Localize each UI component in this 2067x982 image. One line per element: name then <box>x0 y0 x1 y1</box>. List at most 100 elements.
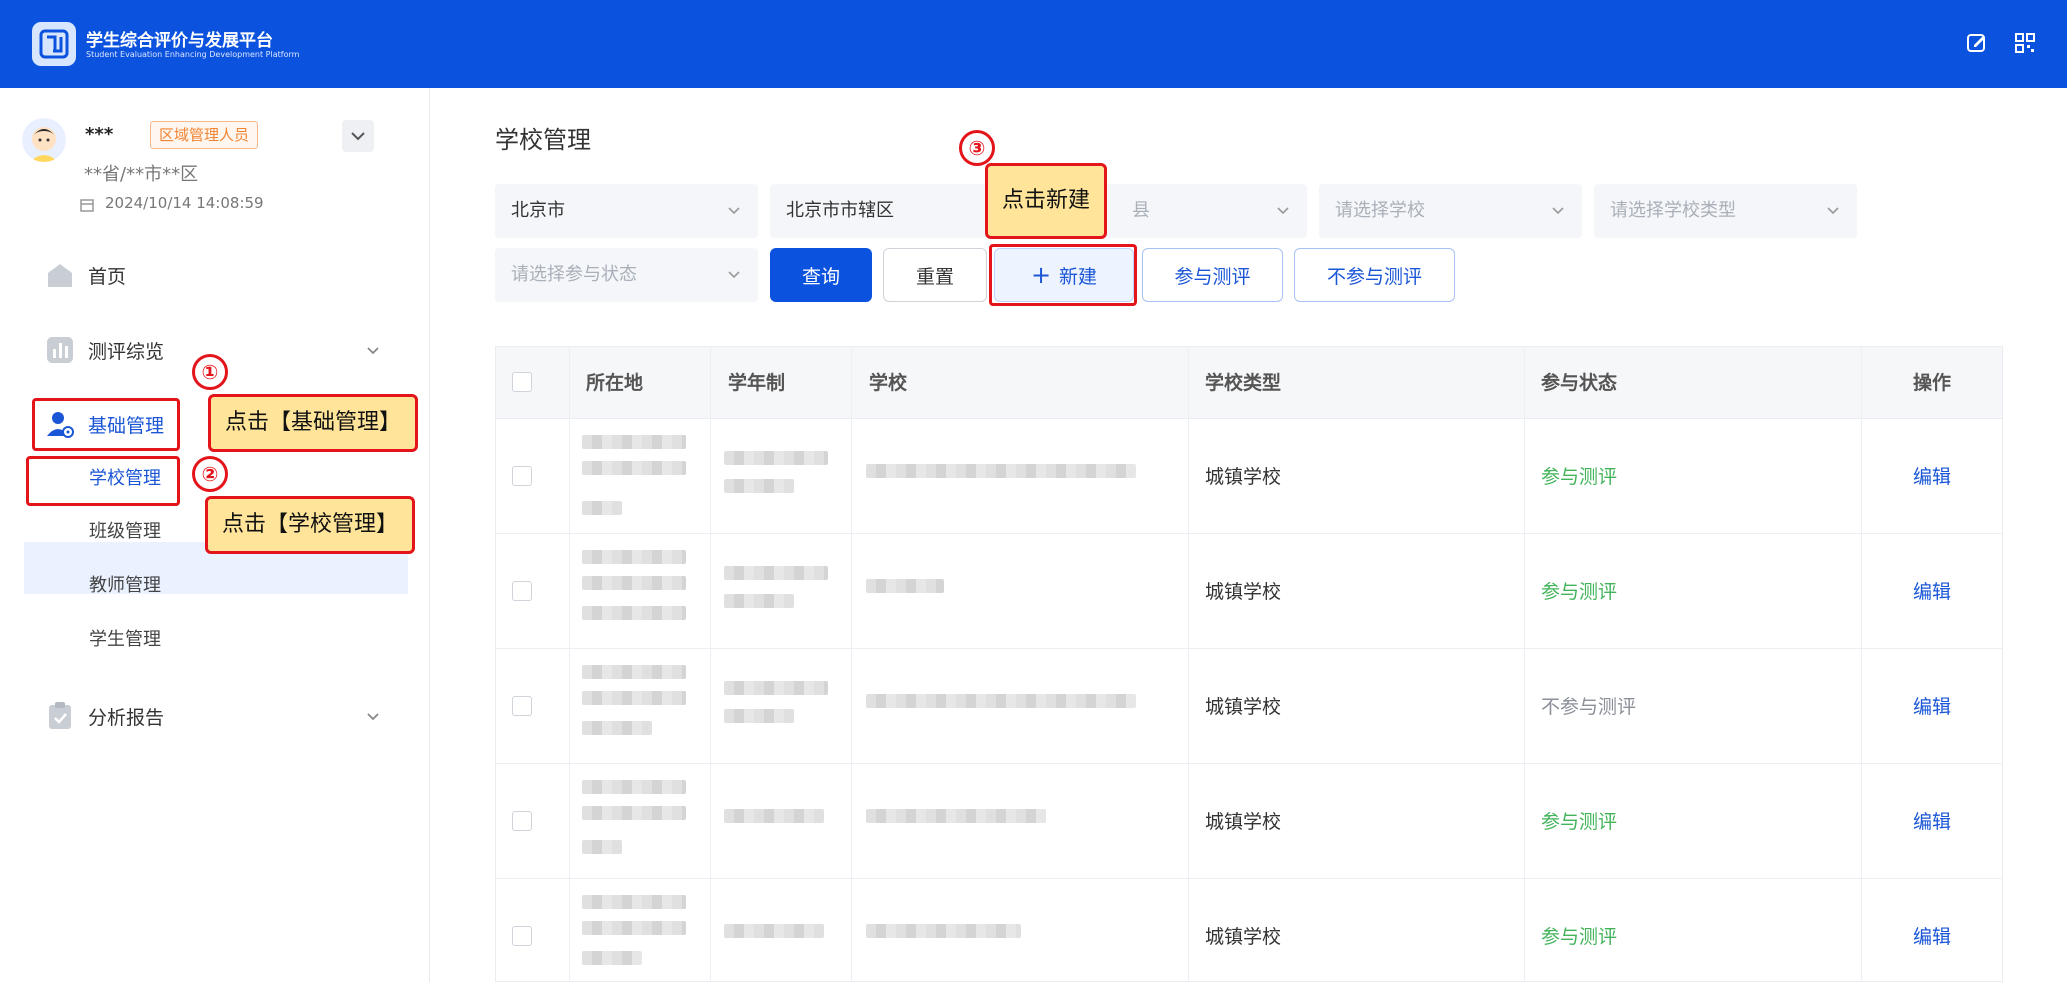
blurred-location <box>582 501 622 515</box>
blurred-location <box>582 806 686 820</box>
blurred-location <box>582 951 642 965</box>
page-title: 学校管理 <box>495 126 591 154</box>
edit-link[interactable]: 编辑 <box>1913 922 1951 949</box>
blurred-system <box>724 566 828 580</box>
nav-home[interactable]: 首页 <box>44 255 126 295</box>
chevron-down-icon[interactable] <box>364 341 382 359</box>
calendar-icon <box>80 199 94 212</box>
table-row[interactable]: 城镇学校 参与测评 编辑 <box>496 419 2002 534</box>
blurred-system <box>724 479 794 493</box>
highlight-school-management <box>26 456 180 506</box>
chevron-down-icon <box>1277 207 1289 215</box>
school-type-value: 城镇学校 <box>1205 696 1282 718</box>
col-status: 参与状态 <box>1541 372 1618 394</box>
nav-overview[interactable]: 测评综览 <box>44 330 164 370</box>
province-value: 北京市 <box>511 200 565 221</box>
row-checkbox[interactable] <box>512 581 532 601</box>
blurred-school <box>866 809 1046 823</box>
nav-report-label: 分析报告 <box>88 706 165 729</box>
sidebar-item-class[interactable]: 班级管理 <box>89 517 161 547</box>
city-value: 北京市市辖区 <box>786 200 894 221</box>
row-checkbox[interactable] <box>512 466 532 486</box>
row-checkbox[interactable] <box>512 811 532 831</box>
bar-chart-icon <box>47 337 73 363</box>
col-school-type: 学校类型 <box>1205 372 1282 394</box>
table-row[interactable]: 城镇学校 参与测评 编辑 <box>496 534 2002 649</box>
step-2-marker: ② <box>192 456 228 492</box>
table-header: 所在地 学年制 学校 学校类型 参与状态 操作 <box>496 347 2002 419</box>
row-checkbox[interactable] <box>512 926 532 946</box>
chevron-down-icon[interactable] <box>364 707 382 725</box>
home-icon <box>48 264 72 287</box>
tip-basic-management: 点击【基础管理】 <box>208 394 419 452</box>
school-table: 所在地 学年制 学校 学校类型 参与状态 操作 城镇学校 参与测评 编辑 城镇学… <box>495 346 2003 982</box>
chevron-down-icon <box>1827 207 1839 215</box>
chevron-down-icon <box>1552 207 1564 215</box>
status-placeholder: 请选择参与状态 <box>511 264 637 285</box>
table-row[interactable]: 城镇学校 参与测评 编辑 <box>496 764 2002 879</box>
step-1-marker: ① <box>192 354 228 390</box>
status-value: 参与测评 <box>1541 466 1618 488</box>
role-badge: 区域管理人员 <box>150 121 259 149</box>
edit-link[interactable]: 编辑 <box>1913 462 1951 489</box>
col-actions: 操作 <box>1913 372 1952 394</box>
join-evaluation-button[interactable]: 参与测评 <box>1142 248 1283 302</box>
blurred-system <box>724 709 794 723</box>
highlight-basic-management <box>32 398 180 451</box>
sidebar-item-student[interactable]: 学生管理 <box>89 625 161 655</box>
edit-link[interactable]: 编辑 <box>1913 692 1951 719</box>
platform-title: 学生综合评价与发展平台 <box>86 31 273 51</box>
status-value: 不参与测评 <box>1541 696 1637 718</box>
blurred-location <box>582 576 686 590</box>
blurred-location <box>582 721 652 735</box>
nav-overview-label: 测评综览 <box>88 340 165 363</box>
chevron-down-icon <box>351 132 365 141</box>
blurred-location <box>582 606 686 620</box>
edit-link[interactable]: 编辑 <box>1913 577 1951 604</box>
query-button[interactable]: 查询 <box>770 248 872 302</box>
blurred-school <box>866 924 1021 938</box>
status-select[interactable]: 请选择参与状态 <box>495 248 758 302</box>
row-checkbox[interactable] <box>512 696 532 716</box>
blurred-location <box>582 691 686 705</box>
table-row[interactable]: 城镇学校 参与测评 编辑 <box>496 879 2002 981</box>
nav-report[interactable]: 分析报告 <box>44 696 164 736</box>
col-school: 学校 <box>869 372 908 394</box>
status-value: 参与测评 <box>1541 926 1618 948</box>
blurred-location <box>582 895 686 909</box>
school-select[interactable]: 请选择学校 <box>1319 184 1582 238</box>
highlight-new-button <box>989 244 1137 306</box>
province-select[interactable]: 北京市 <box>495 184 758 238</box>
platform-subtitle: Student Evaluation Enhancing Development… <box>86 50 300 59</box>
blurred-system <box>724 924 824 938</box>
table-row[interactable]: 城镇学校 不参与测评 编辑 <box>496 649 2002 764</box>
sidebar-item-teacher[interactable]: 教师管理 <box>89 571 161 601</box>
school-type-select[interactable]: 请选择学校类型 <box>1594 184 1857 238</box>
school-type-value: 城镇学校 <box>1205 811 1282 833</box>
clipboard-icon <box>49 702 71 729</box>
edit-icon[interactable] <box>1966 32 1988 54</box>
blurred-location <box>582 665 686 679</box>
chevron-down-icon <box>728 271 740 279</box>
reset-button[interactable]: 重置 <box>883 248 987 302</box>
school-type-value: 城镇学校 <box>1205 466 1282 488</box>
not-join-evaluation-button[interactable]: 不参与测评 <box>1294 248 1455 302</box>
top-header: 学生综合评价与发展平台 Student Evaluation Enhancing… <box>0 0 2067 88</box>
school-type-value: 城镇学校 <box>1205 581 1282 603</box>
status-value: 参与测评 <box>1541 811 1618 833</box>
school-type-placeholder: 请选择学校类型 <box>1610 200 1736 221</box>
step-3-marker: ③ <box>959 130 995 166</box>
blurred-location <box>582 780 686 794</box>
blurred-location <box>582 461 686 475</box>
user-menu-toggle[interactable] <box>342 120 374 152</box>
edit-link[interactable]: 编辑 <box>1913 807 1951 834</box>
blurred-location <box>582 435 686 449</box>
platform-logo-icon <box>32 22 76 66</box>
select-all-checkbox[interactable] <box>512 372 532 392</box>
blurred-location <box>582 550 686 564</box>
qrcode-icon[interactable] <box>2014 32 2036 54</box>
blurred-school <box>866 579 944 593</box>
col-location: 所在地 <box>586 372 644 394</box>
county-placeholder: 县 <box>1132 200 1150 221</box>
blurred-system <box>724 681 828 695</box>
